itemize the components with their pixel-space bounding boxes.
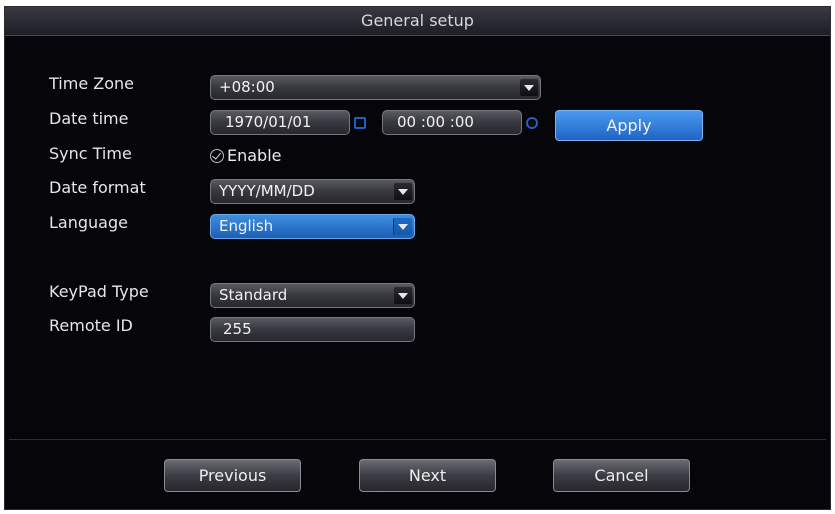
previous-button[interactable]: Previous xyxy=(164,459,301,492)
clock-icon[interactable] xyxy=(526,117,538,129)
keypad-type-select[interactable]: Standard xyxy=(210,283,415,308)
next-button[interactable]: Next xyxy=(359,459,496,492)
sync-enable-label: Enable xyxy=(227,146,282,165)
time-value: 00 :00 :00 xyxy=(397,113,474,131)
calendar-icon[interactable] xyxy=(354,117,366,129)
keypad-type-label: KeyPad Type xyxy=(49,282,149,301)
dialog-title: General setup xyxy=(5,7,830,36)
sync-enable-checkbox[interactable]: Enable xyxy=(210,146,282,165)
time-zone-select[interactable]: +08:00 xyxy=(210,75,541,100)
date-value: 1970/01/01 xyxy=(225,113,312,131)
check-icon xyxy=(210,149,224,163)
remote-id-input[interactable]: 255 xyxy=(210,317,415,342)
chevron-down-icon[interactable] xyxy=(394,183,412,200)
date-format-label: Date format xyxy=(49,178,146,197)
date-format-value: YYYY/MM/DD xyxy=(219,182,315,200)
chevron-down-icon[interactable] xyxy=(520,79,538,96)
general-setup-dialog: General setup Time Zone +08:00 Date time… xyxy=(4,6,831,510)
time-zone-value: +08:00 xyxy=(219,78,275,96)
date-time-label: Date time xyxy=(49,109,129,128)
time-input[interactable]: 00 :00 :00 xyxy=(382,110,522,135)
date-input[interactable]: 1970/01/01 xyxy=(210,110,350,135)
chevron-down-icon[interactable] xyxy=(394,287,412,304)
language-value: English xyxy=(219,217,274,235)
date-format-select[interactable]: YYYY/MM/DD xyxy=(210,179,415,204)
sync-time-label: Sync Time xyxy=(49,144,132,163)
remote-id-label: Remote ID xyxy=(49,316,133,335)
cancel-button[interactable]: Cancel xyxy=(553,459,690,492)
footer-divider xyxy=(9,439,826,440)
language-select[interactable]: English xyxy=(210,214,415,239)
remote-id-value: 255 xyxy=(223,320,252,338)
apply-button[interactable]: Apply xyxy=(555,110,703,141)
keypad-type-value: Standard xyxy=(219,286,288,304)
chevron-down-icon[interactable] xyxy=(393,218,412,235)
time-zone-label: Time Zone xyxy=(49,74,134,93)
language-label: Language xyxy=(49,213,128,232)
